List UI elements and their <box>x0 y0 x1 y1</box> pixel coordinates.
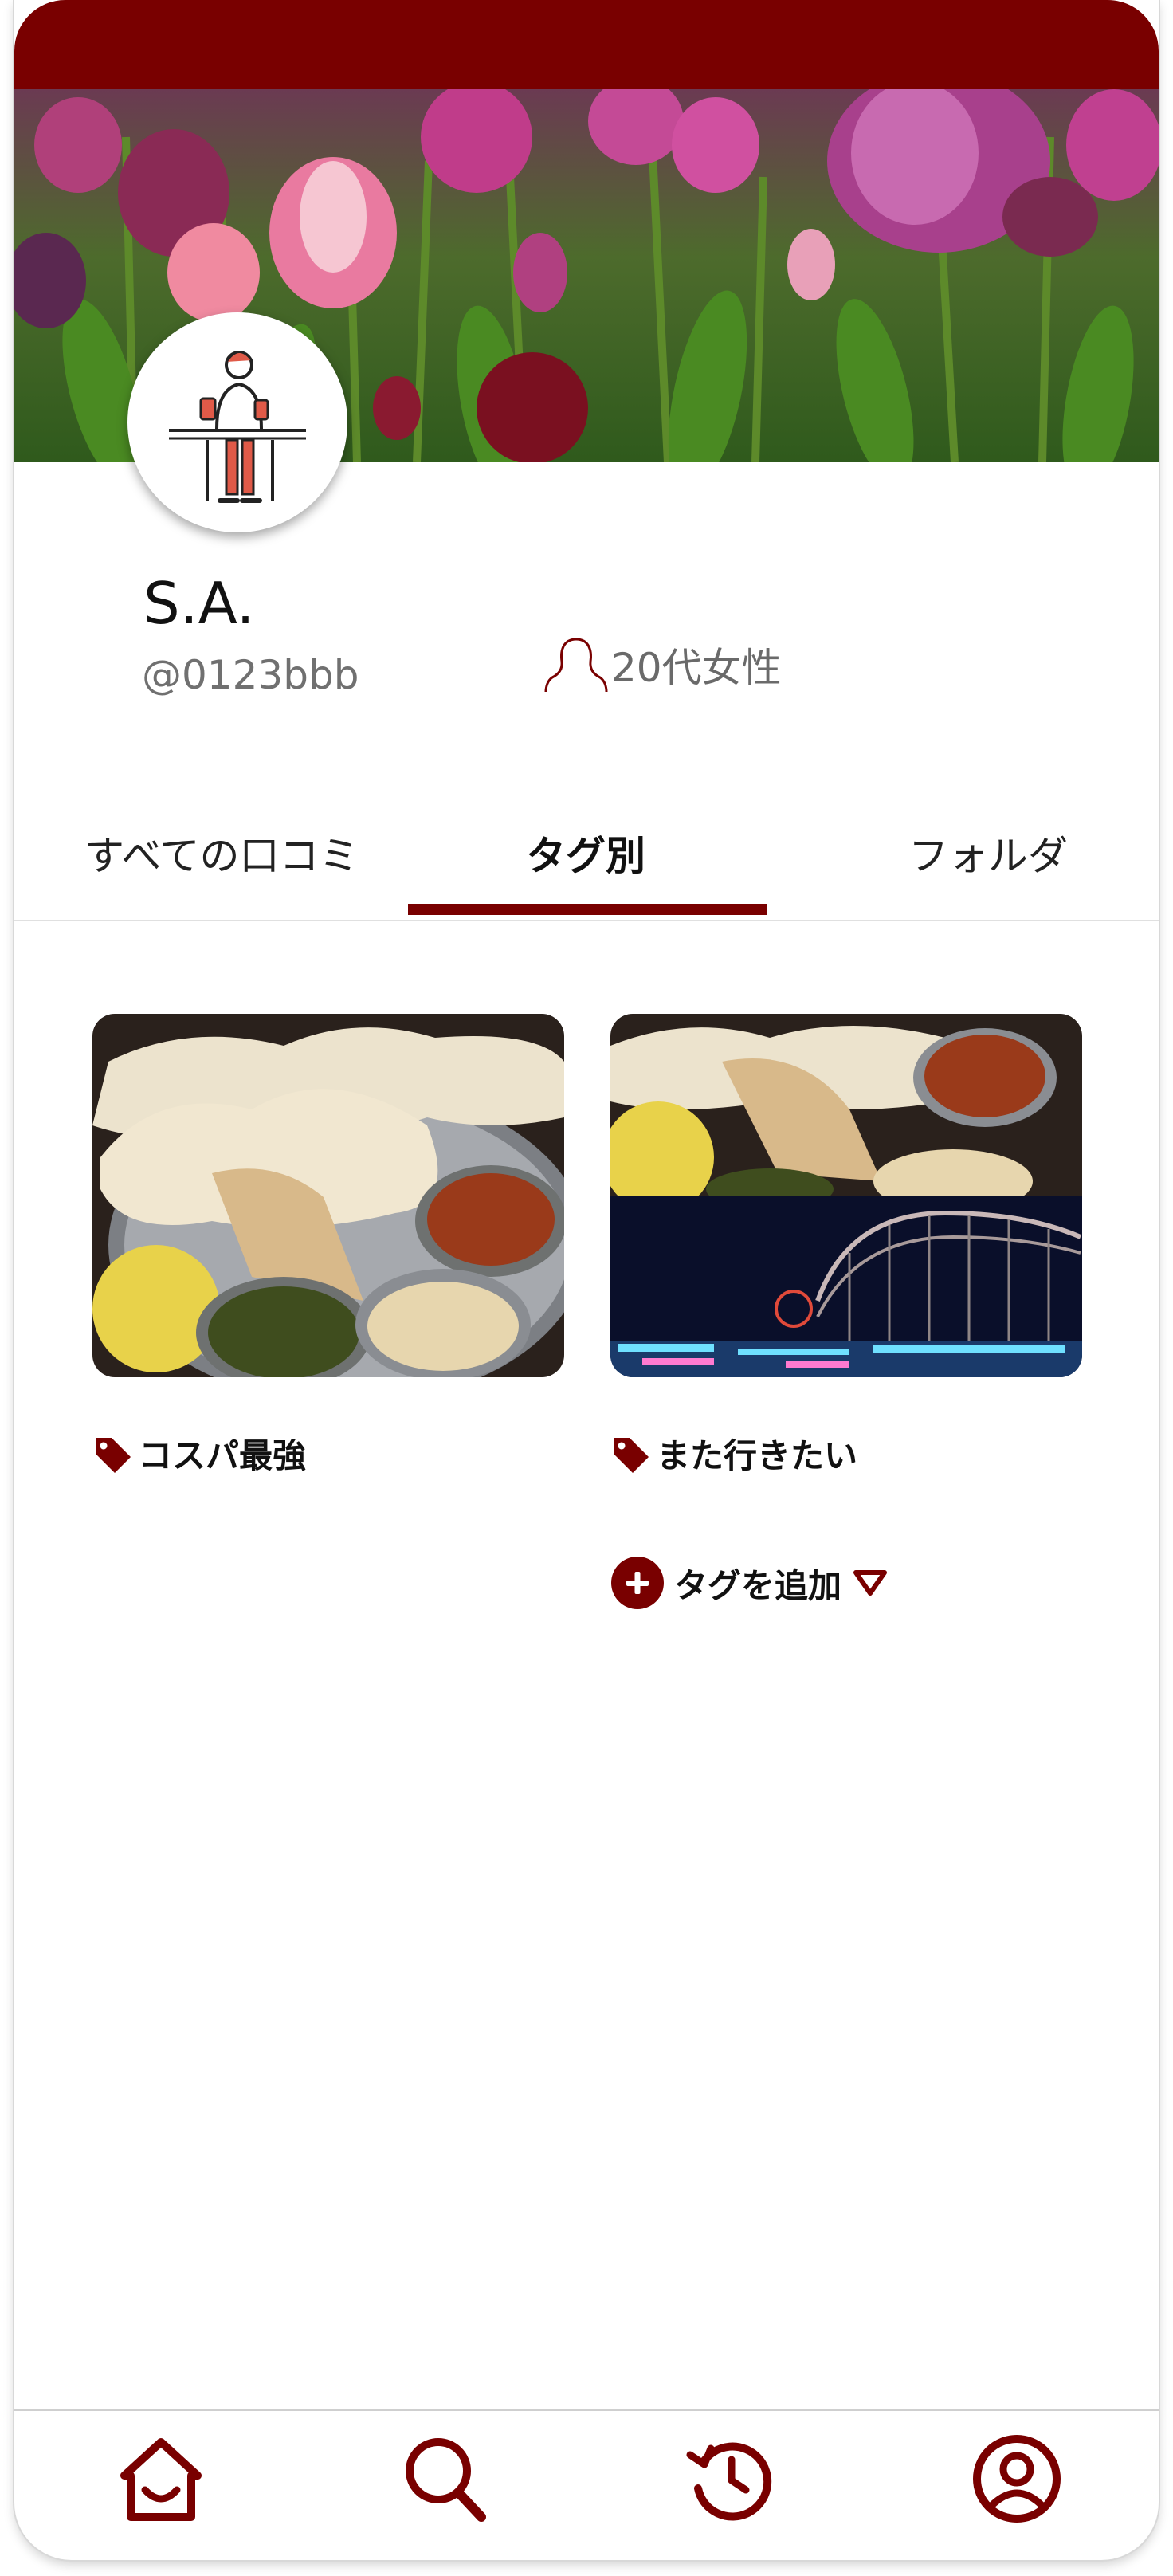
tag-card-image[interactable] <box>92 1014 564 1377</box>
triangle-down-icon[interactable] <box>853 1569 888 1597</box>
profile-name: S.A. <box>143 570 255 637</box>
nav-history[interactable] <box>682 2431 778 2527</box>
curry-plate-image <box>92 1014 564 1377</box>
tag-label-row[interactable]: コスパ最強 <box>92 1429 306 1478</box>
tab-by-tag[interactable]: タグ別 <box>526 824 645 882</box>
tab-all-reviews[interactable]: すべての口コミ <box>84 824 359 882</box>
tab-divider <box>14 920 1159 921</box>
top-bar <box>14 0 1159 89</box>
tab-folders[interactable]: フォルダ <box>908 824 1068 882</box>
bottom-nav-divider <box>14 2409 1159 2411</box>
tag-icon <box>96 1437 131 1473</box>
active-tab-indicator <box>408 904 767 915</box>
tag-name: コスパ最強 <box>139 1436 307 1475</box>
profile-icon <box>973 2435 1061 2523</box>
person-outline-icon <box>544 638 608 693</box>
app-frame: S.A. @0123bbb 20代女性 すべての口コミ タグ別 フォルダ コスパ… <box>14 0 1159 2560</box>
demographic: 20代女性 <box>544 634 782 695</box>
plus-circle-icon <box>611 1557 664 1609</box>
history-icon <box>686 2442 772 2521</box>
tag-name: また行きたい <box>657 1436 858 1475</box>
add-tag-button[interactable]: タグを追加 <box>610 1556 888 1610</box>
tag-icon <box>614 1437 649 1473</box>
nav-profile[interactable] <box>969 2431 1065 2527</box>
demographic-label: 20代女性 <box>611 645 782 691</box>
nav-search[interactable] <box>398 2431 494 2527</box>
person-at-table-illustration <box>169 351 306 503</box>
nav-home[interactable] <box>113 2431 209 2527</box>
home-icon <box>120 2438 202 2521</box>
tag-card-image[interactable] <box>610 1014 1082 1377</box>
collage-image <box>610 1014 1082 1377</box>
add-tag-label: タグを追加 <box>674 1565 842 1605</box>
search-icon <box>406 2438 486 2522</box>
avatar[interactable] <box>128 312 347 532</box>
tag-label-row[interactable]: また行きたい <box>610 1429 857 1478</box>
profile-handle: @0123bbb <box>142 652 359 698</box>
